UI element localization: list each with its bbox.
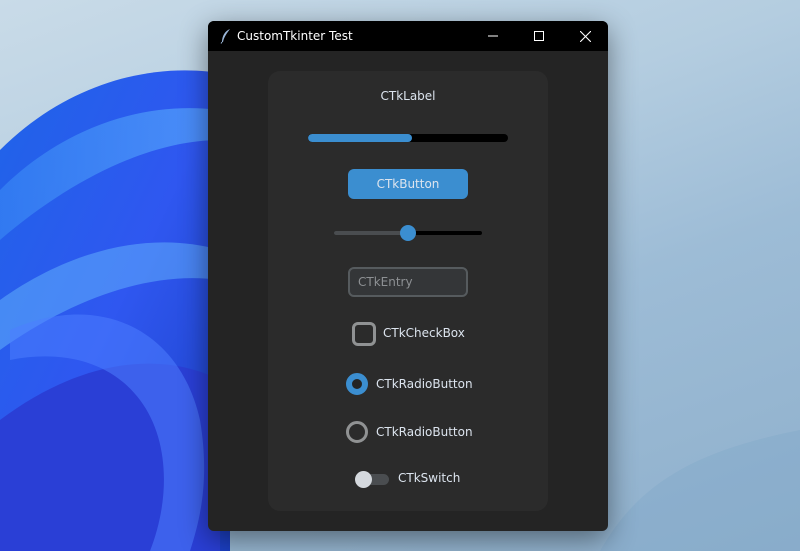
switch-control[interactable] bbox=[355, 471, 389, 488]
switch-label: CTkSwitch bbox=[398, 471, 461, 485]
maximize-button[interactable] bbox=[516, 21, 562, 51]
progress-bar bbox=[308, 134, 508, 142]
slider-track-filled bbox=[334, 231, 408, 235]
title-bar[interactable]: CustomTkinter Test bbox=[208, 21, 608, 51]
window-title: CustomTkinter Test bbox=[237, 29, 353, 43]
slider[interactable] bbox=[334, 223, 482, 243]
radio-label-2: CTkRadioButton bbox=[376, 425, 473, 439]
ctk-label: CTkLabel bbox=[380, 89, 436, 103]
ctk-button[interactable]: CTkButton bbox=[348, 169, 468, 199]
radio-indicator-selected[interactable] bbox=[346, 373, 368, 395]
feather-icon bbox=[220, 29, 230, 44]
minimize-button[interactable] bbox=[470, 21, 516, 51]
switch-knob[interactable] bbox=[355, 471, 372, 488]
close-icon bbox=[579, 30, 591, 42]
checkbox-box[interactable] bbox=[352, 322, 376, 346]
maximize-icon bbox=[534, 31, 544, 41]
minimize-icon bbox=[488, 35, 498, 37]
main-frame: CTkLabel CTkButton CTkCheckBox CTkRadioB… bbox=[268, 71, 548, 511]
ctk-entry-input[interactable] bbox=[348, 267, 468, 297]
radio-indicator-unselected[interactable] bbox=[346, 421, 368, 443]
app-window: CustomTkinter Test CTkLabel CTkButton CT… bbox=[208, 21, 608, 531]
slider-handle[interactable] bbox=[400, 225, 416, 241]
radio-label-1: CTkRadioButton bbox=[376, 377, 473, 391]
close-button[interactable] bbox=[562, 21, 608, 51]
progress-bar-fill bbox=[308, 134, 412, 142]
checkbox-label: CTkCheckBox bbox=[383, 326, 465, 340]
